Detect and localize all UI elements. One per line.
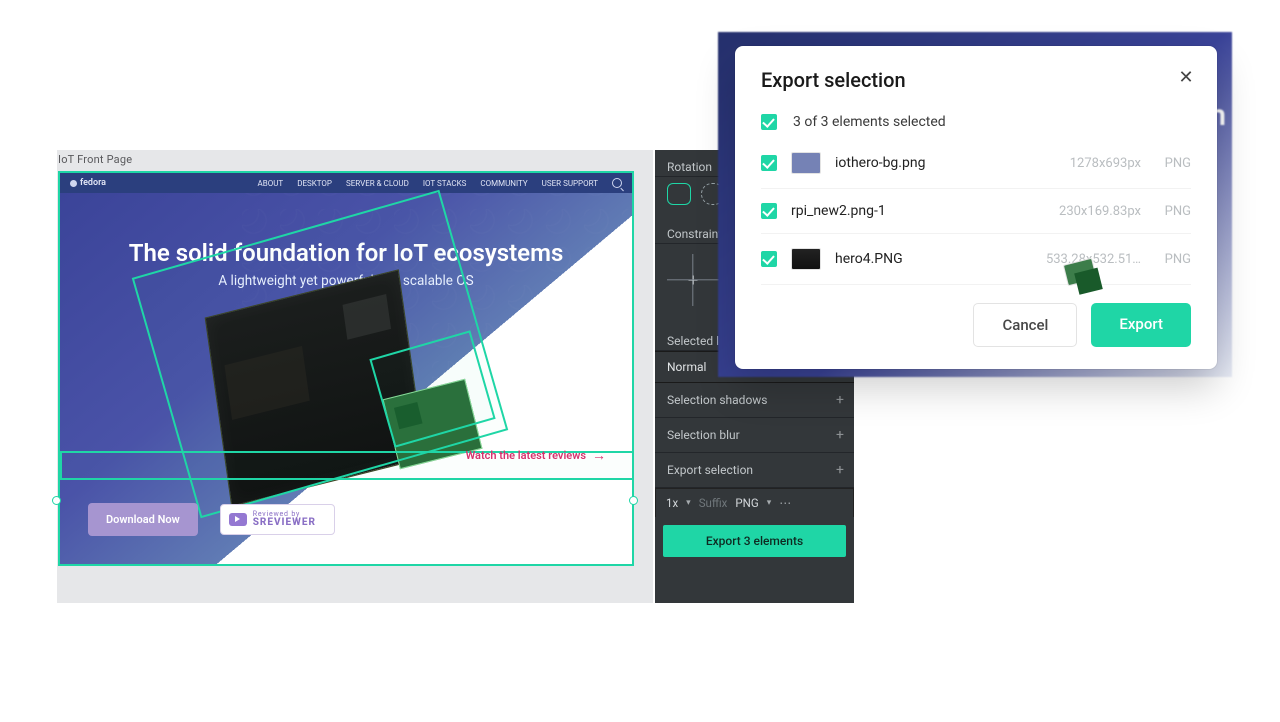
file-thumbnail-icon (791, 152, 821, 174)
file-dimensions: 1278x693px (1041, 156, 1141, 171)
download-button[interactable]: Download Now (88, 503, 198, 536)
watch-reviews-label: Watch the latest reviews (466, 449, 586, 462)
blur-label: Selection blur (667, 428, 740, 442)
file-checkbox[interactable] (761, 155, 777, 171)
plus-icon[interactable]: + (836, 463, 844, 477)
file-name: rpi_new2.png-1 (791, 203, 1027, 219)
close-icon[interactable]: ✕ (1175, 66, 1197, 88)
export-button[interactable]: Export (1091, 303, 1191, 347)
export-settings-row: 1x▾ Suffix PNG▾ ⋯ (655, 488, 854, 517)
export-scale-select[interactable]: 1x▾ (666, 496, 691, 510)
arrow-right-icon (592, 450, 610, 462)
file-format: PNG (1155, 204, 1191, 219)
selected-layer-label: Selected l (667, 334, 719, 348)
export-file-row: rpi_new2.png-1 230x169.83px PNG (761, 189, 1191, 234)
export-elements-button[interactable]: Export 3 elements (663, 525, 846, 557)
rotation-label: Rotation (667, 160, 712, 174)
artboard-iot-front-page[interactable]: fedora ABOUT DESKTOP SERVER & CLOUD IOT … (58, 171, 634, 566)
inspector-blur-section[interactable]: Selection blur + (655, 418, 854, 453)
fedora-logo-icon (70, 180, 77, 187)
site-topnav: fedora ABOUT DESKTOP SERVER & CLOUD IOT … (60, 173, 632, 193)
cancel-button[interactable]: Cancel (973, 303, 1077, 347)
export-file-row: iothero-bg.png 1278x693px PNG (761, 138, 1191, 189)
nav-item[interactable]: ABOUT (258, 179, 284, 188)
export-file-row: hero4.PNG 533.28x532.51… PNG (761, 234, 1191, 285)
file-format: PNG (1155, 156, 1191, 171)
nav-item[interactable]: COMMUNITY (480, 179, 527, 188)
corner-radius-toggle[interactable] (667, 183, 691, 205)
select-all-checkbox[interactable] (761, 114, 777, 130)
inspector-export-section[interactable]: Export selection + (655, 453, 854, 488)
export-modal: Export selection ✕ 3 of 3 elements selec… (735, 46, 1217, 369)
brand-label: fedora (80, 178, 106, 188)
youtube-icon (229, 513, 247, 526)
export-label: Export selection (667, 463, 753, 477)
export-format-select[interactable]: PNG▾ (735, 496, 771, 510)
brand-fedora: fedora (70, 178, 106, 188)
file-name: iothero-bg.png (835, 155, 1027, 171)
file-checkbox[interactable] (761, 251, 777, 267)
watch-reviews-link[interactable]: Watch the latest reviews (466, 449, 610, 462)
shadows-label: Selection shadows (667, 393, 768, 407)
file-thumbnail-icon (791, 248, 821, 270)
artboard-tab-label: IoT Front Page (58, 153, 132, 166)
plus-icon[interactable]: + (836, 393, 844, 407)
chevron-down-icon: ▾ (686, 498, 691, 508)
sreviewer-text: Reviewed by SREVIEWER (253, 511, 316, 528)
nav-item[interactable]: USER SUPPORT (542, 179, 598, 188)
file-name: hero4.PNG (835, 251, 1027, 267)
plus-icon[interactable]: + (836, 428, 844, 442)
export-more-icon[interactable]: ⋯ (779, 496, 791, 510)
file-dimensions: 230x169.83px (1041, 204, 1141, 219)
constraints-widget[interactable] (667, 250, 719, 310)
chevron-down-icon: ▾ (767, 498, 772, 508)
search-icon[interactable] (612, 178, 622, 188)
design-canvas[interactable]: IoT Front Page fedora ABOUT DESKTOP SERV… (57, 150, 653, 603)
export-summary-row: 3 of 3 elements selected (761, 114, 1191, 130)
nav-item[interactable]: DESKTOP (297, 179, 332, 188)
file-checkbox[interactable] (761, 203, 777, 219)
sreviewer-badge[interactable]: Reviewed by SREVIEWER (220, 504, 335, 535)
cta-row: Download Now Reviewed by SREVIEWER (88, 503, 335, 536)
export-summary-text: 3 of 3 elements selected (793, 114, 946, 130)
export-suffix-input[interactable]: Suffix (699, 496, 728, 510)
modal-actions: Cancel Export (761, 303, 1191, 347)
nav-item[interactable]: IOT STACKS (423, 179, 467, 188)
modal-title: Export selection (761, 68, 1191, 92)
nav-item[interactable]: SERVER & CLOUD (346, 179, 409, 188)
file-format: PNG (1155, 252, 1191, 267)
constraints-label: Constraint (667, 227, 722, 241)
inspector-shadows-section[interactable]: Selection shadows + (655, 383, 854, 418)
